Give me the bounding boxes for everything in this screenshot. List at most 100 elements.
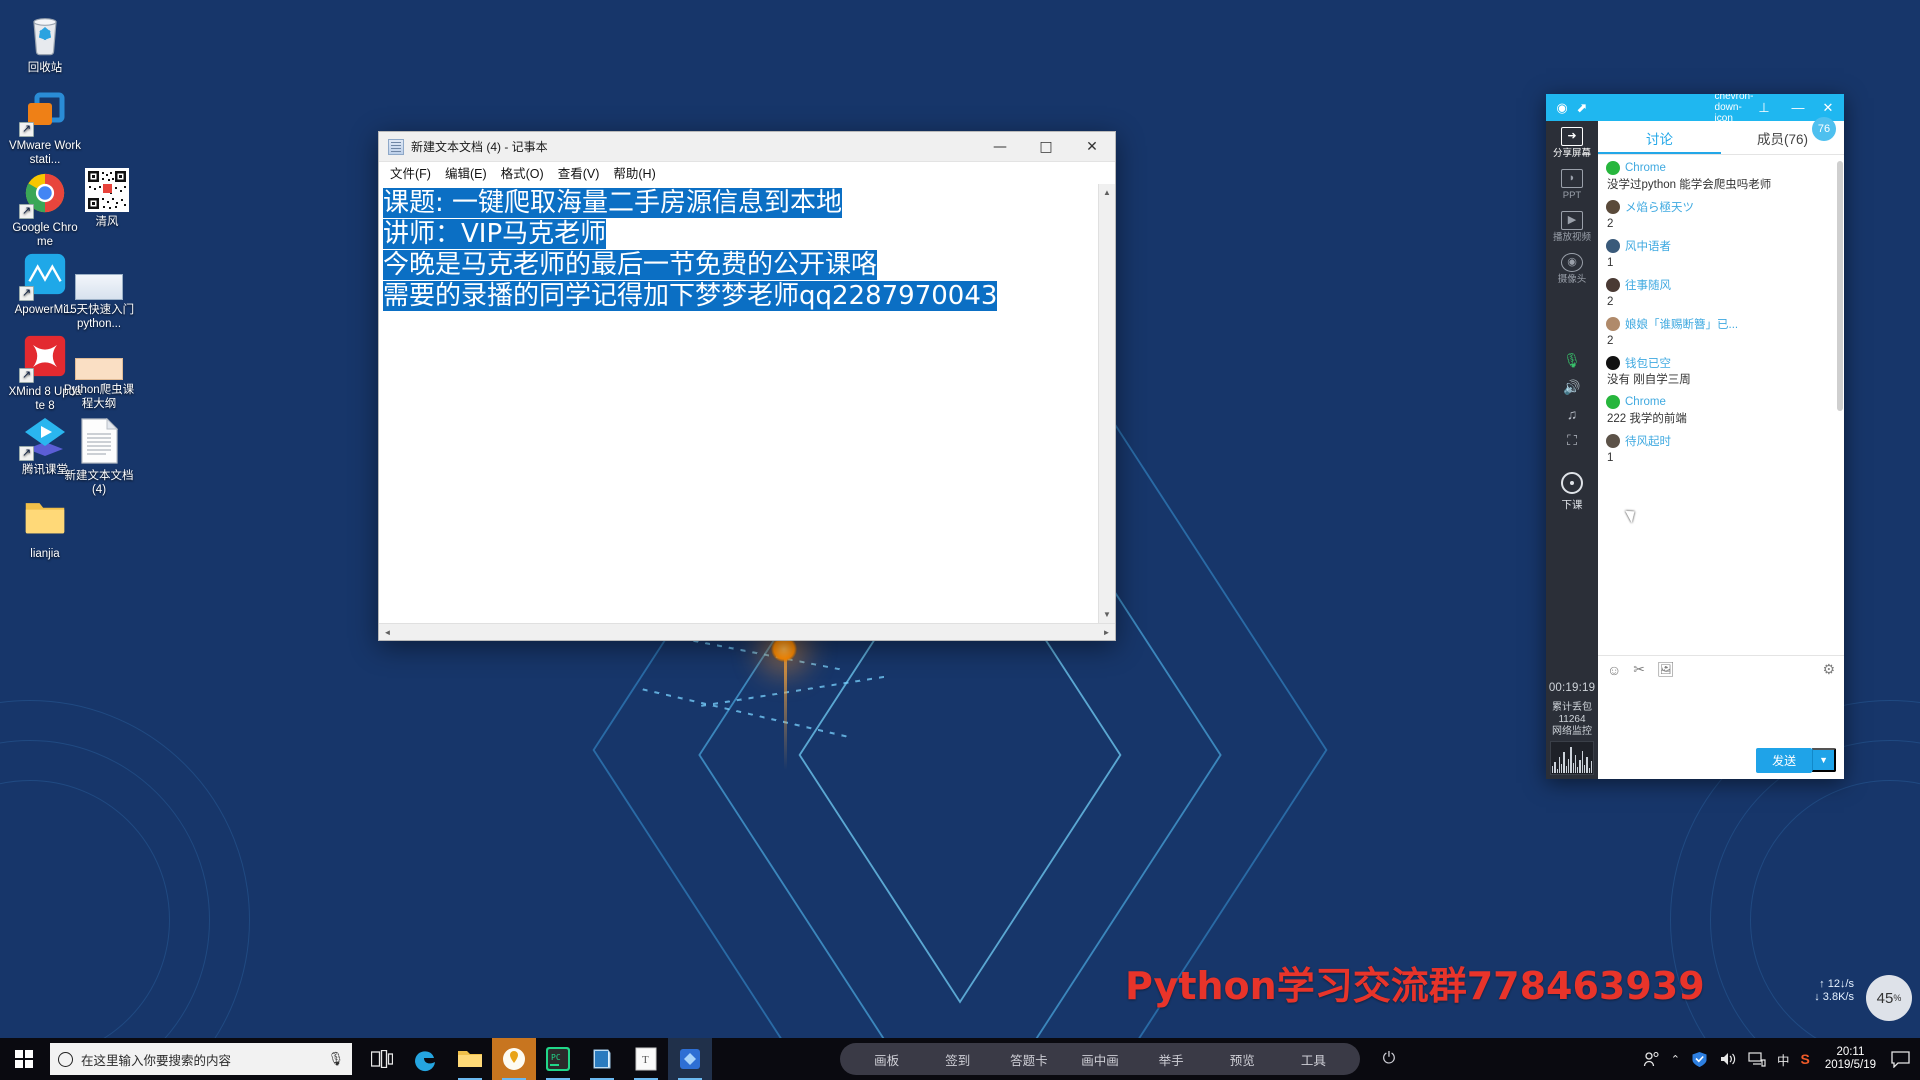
message-sender[interactable]: 钱包已空 [1625,355,1671,371]
microphone-icon[interactable]: 🎙 [327,1051,344,1067]
classroom-minimize-button[interactable]: — [1788,98,1808,118]
volume-icon[interactable] [1719,1051,1737,1067]
vmware-icon: ↗ [19,88,69,137]
scroll-right-arrow-icon[interactable]: ► [1098,624,1115,641]
notepad-line: 需要的录播的同学记得加下梦梦老师qq2287970043 [383,281,1098,312]
notepad-icon[interactable] [580,1038,624,1080]
toolbar-item-pip[interactable]: 画中画 [1065,1050,1134,1069]
sidebar-item-ppt[interactable]: ◗ PPT [1546,163,1598,205]
notepad-window[interactable]: 新建文本文档 (4) - 记事本 — □ ✕ 文件(F) 编辑(E) 格式(O)… [378,131,1116,641]
message-sender[interactable]: Chrome [1625,162,1666,174]
emoji-icon[interactable]: ☺ [1607,662,1621,678]
fullscreen-icon[interactable]: ⛶ [1546,427,1598,454]
eye-icon[interactable]: ◉ [1552,98,1572,118]
message-sender[interactable]: Chrome [1625,396,1666,408]
notepad-horizontal-scrollbar[interactable]: ◄ ► [379,623,1115,640]
sogou-input-icon[interactable]: S [1800,1051,1809,1067]
message-sender[interactable]: 待风起时 [1625,433,1671,449]
ime-chinese-icon[interactable]: 中 [1777,1050,1790,1069]
chat-input[interactable] [1598,683,1844,745]
menu-file[interactable]: 文件(F) [383,161,438,184]
chevron-down-icon[interactable]: chevron-down-icon [1715,94,1754,124]
send-button[interactable]: 发送 [1756,747,1813,773]
classroom-tabs[interactable]: 讨论 成员(76) [1598,121,1844,155]
menu-help[interactable]: 帮助(H) [606,161,662,184]
classroom-titlebar[interactable]: ◉ ⬈ chevron-down-icon ⊥ — ✕ [1546,94,1844,124]
desktop-icon-python-15day[interactable]: 15天快速入门python... [62,262,136,331]
classroom-network-stats: 00:19:19 累计丢包 11264 网络监控 [1546,682,1598,779]
tab-discussion[interactable]: 讨论 [1598,121,1721,154]
desktop-icon-lianjia-folder[interactable]: lianjia [8,496,82,561]
search-box[interactable]: 在这里输入你要搜索的内容 🎙 [50,1043,352,1075]
toolbar-item-answer-card[interactable]: 答题卡 [994,1050,1063,1069]
zoom-level-bubble[interactable]: 45% [1866,975,1912,1021]
network-icon[interactable] [1748,1051,1766,1067]
pin-icon[interactable]: ⊥ [1754,98,1774,118]
tencent-classroom-icon[interactable] [492,1038,536,1080]
search-input[interactable]: 在这里输入你要搜索的内容 [81,1050,319,1069]
app-blue-diamond-icon[interactable] [668,1038,712,1080]
menu-edit[interactable]: 编辑(E) [438,161,494,184]
sidebar-item-play-video[interactable]: ▶ 播放视频 [1546,205,1598,247]
notepad-titlebar[interactable]: 新建文本文档 (4) - 记事本 — □ ✕ [379,132,1115,162]
people-icon[interactable] [1643,1051,1660,1068]
message-text: 没有 刚自学三周 [1607,374,1691,386]
menu-view[interactable]: 查看(V) [551,161,607,184]
toolbar-item-preview[interactable]: 预览 [1208,1050,1277,1069]
notepad-line: 今晚是马克老师的最后一节免费的公开课咯 [383,250,1098,281]
security-shield-icon[interactable] [1691,1051,1708,1068]
message-sender[interactable]: 娘娘「谁赐断簪」已... [1625,316,1738,332]
scroll-left-arrow-icon[interactable]: ◄ [379,624,396,641]
action-center-icon[interactable] [1891,1050,1910,1068]
toolbar-item-raise-hand[interactable]: 举手 [1137,1050,1206,1069]
sidebar-item-share-screen[interactable]: ➜ 分享屏幕 [1546,121,1598,163]
message-sender[interactable]: メ焰ら極天ツ [1625,199,1694,215]
pycharm-icon[interactable]: PC [536,1038,580,1080]
share-box-icon[interactable]: ⬈ [1572,98,1592,118]
message-sender[interactable]: 往事随风 [1625,277,1671,293]
task-view-icon[interactable] [360,1038,404,1080]
send-options-caret-icon[interactable]: ▼ [1812,748,1836,772]
toolbar-item-board[interactable]: 画板 [852,1050,921,1069]
sidebar-item-camera[interactable]: ◉ 摄像头 [1546,247,1598,289]
message-sender[interactable]: 风中语者 [1625,238,1671,254]
desktop-icon-qingfeng-qrcode[interactable]: 清风 [70,168,144,229]
notepad-menubar[interactable]: 文件(F) 编辑(E) 格式(O) 查看(V) 帮助(H) [379,162,1115,184]
scroll-up-arrow-icon[interactable]: ▲ [1099,184,1116,201]
microphone-icon[interactable]: 🎙 [1546,347,1598,374]
classroom-close-button[interactable]: ✕ [1818,98,1838,118]
speaker-icon[interactable]: 🔊 [1546,374,1598,401]
music-icon[interactable]: ♫ [1546,401,1598,427]
minimize-button[interactable]: — [977,132,1023,162]
scissors-icon[interactable]: ✂ [1633,661,1645,678]
end-class-button[interactable]: 下课 [1546,468,1598,512]
classroom-power-button[interactable]: ⏻ [1372,1043,1406,1075]
message-list[interactable]: Chrome 没学过python 能学会爬虫吗老师 メ焰ら極天ツ 2 风中语者 … [1598,155,1844,655]
notepad-textarea[interactable]: 课题: 一键爬取海量二手房源信息到本地 讲师：VIP马克老师 今晚是马克老师的最… [379,184,1098,623]
show-hidden-icons-icon[interactable]: ⌃ [1671,1053,1680,1066]
start-button[interactable] [0,1038,48,1080]
file-explorer-icon[interactable] [448,1038,492,1080]
desktop-icon-label: 新建文本文档 (4) [64,470,134,496]
desktop-icon-new-text-document-4[interactable]: 新建文本文档 (4) [62,417,136,497]
notepad-icon [388,138,404,155]
taskbar-clock[interactable]: 20:11 2019/5/19 [1821,1046,1880,1072]
message-text: 2 [1607,296,1614,308]
gear-icon[interactable]: ⚙ [1822,661,1835,678]
edge-icon[interactable] [404,1038,448,1080]
close-button[interactable]: ✕ [1069,132,1115,162]
toolbar-item-tools[interactable]: 工具 [1279,1050,1348,1069]
menu-format[interactable]: 格式(O) [494,161,551,184]
text-editor-icon[interactable]: T [624,1038,668,1080]
maximize-button[interactable]: □ [1023,132,1069,162]
scroll-down-arrow-icon[interactable]: ▼ [1099,606,1116,623]
desktop-icon-recycle-bin[interactable]: 回收站 [8,10,82,75]
notepad-vertical-scrollbar[interactable]: ▲ ▼ [1098,184,1115,623]
image-icon[interactable]: 🖼 [1657,661,1675,678]
tencent-classroom-window[interactable]: ◉ ⬈ chevron-down-icon ⊥ — ✕ ➜ 分享屏幕 ◗ PPT… [1546,94,1844,779]
toolbar-item-signin[interactable]: 签到 [923,1050,992,1069]
desktop-icon-python-crawler-outline[interactable]: Python爬虫课程大纲 [62,342,136,411]
clock-time: 20:11 [1836,1046,1865,1058]
message-list-scrollbar[interactable] [1837,161,1843,411]
desktop-icon-vmware-workstation[interactable]: ↗ VMware Workstati... [8,88,82,167]
